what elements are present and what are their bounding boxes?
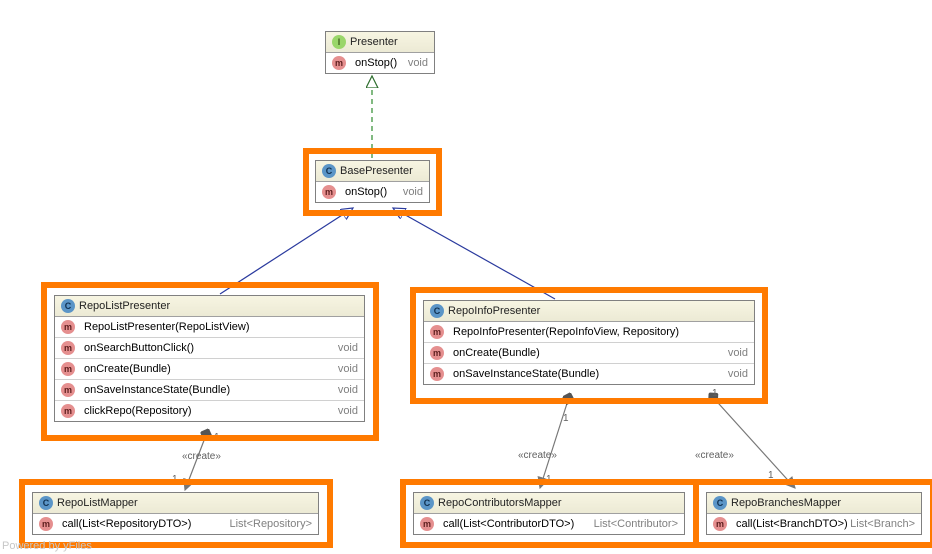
class-row: m RepoListPresenter(RepoListView)	[55, 317, 364, 338]
class-icon: C	[713, 496, 727, 510]
class-name-repolistpresenter: RepoListPresenter	[79, 300, 170, 312]
class-icon: C	[420, 496, 434, 510]
method-icon: m	[713, 517, 727, 531]
multiplicity-2b: 1	[546, 474, 552, 485]
method-icon: m	[430, 346, 444, 360]
method-icon: m	[420, 517, 434, 531]
class-header-repocontributorsmapper: C RepoContributorsMapper	[414, 493, 684, 514]
method-sig: onSaveInstanceState(Bundle)	[84, 384, 230, 396]
method-sig: RepoInfoPresenter(RepoInfoView, Reposito…	[453, 326, 679, 338]
class-header-presenter: I Presenter	[326, 32, 434, 53]
class-name-repocontributorsmapper: RepoContributorsMapper	[438, 497, 562, 509]
method-sig: clickRepo(Repository)	[84, 405, 192, 417]
method-ret: void	[728, 347, 748, 359]
method-icon: m	[332, 56, 346, 70]
method-sig: onStop()	[355, 57, 397, 69]
class-repocontributorsmapper: C RepoContributorsMapper m call(List<Cont…	[413, 492, 685, 535]
method-sig: RepoListPresenter(RepoListView)	[84, 321, 250, 333]
class-row: m onSaveInstanceState(Bundle) void	[424, 364, 754, 384]
method-icon: m	[39, 517, 53, 531]
interface-icon: I	[332, 35, 346, 49]
method-ret: List<Branch>	[850, 518, 915, 530]
method-sig: onCreate(Bundle)	[84, 363, 171, 375]
method-icon: m	[61, 341, 75, 355]
class-row: m call(List<ContributorDTO>) List<Contrib…	[414, 514, 684, 534]
class-repolistmapper: C RepoListMapper m call(List<RepositoryDT…	[32, 492, 319, 535]
method-icon: m	[61, 404, 75, 418]
class-header-repobranchesmapper: C RepoBranchesMapper	[707, 493, 921, 514]
method-ret: void	[338, 342, 358, 354]
method-ret: void	[338, 363, 358, 375]
class-row: m call(List<RepositoryDTO>) List<Reposito…	[33, 514, 318, 534]
class-row: m RepoInfoPresenter(RepoInfoView, Reposit…	[424, 322, 754, 343]
class-header-repolistpresenter: C RepoListPresenter	[55, 296, 364, 317]
class-icon: C	[430, 304, 444, 318]
class-repoinfopresenter: C RepoInfoPresenter m RepoInfoPresenter(R…	[423, 300, 755, 385]
class-icon: C	[322, 164, 336, 178]
class-row: m onStop() void	[316, 182, 429, 202]
class-name-basepresenter: BasePresenter	[340, 165, 413, 177]
stereotype-create-2: «create»	[518, 450, 557, 461]
method-sig: onStop()	[345, 186, 387, 198]
method-icon: m	[322, 185, 336, 199]
class-name-repoinfopresenter: RepoInfoPresenter	[448, 305, 540, 317]
method-icon: m	[61, 320, 75, 334]
class-header-repolistmapper: C RepoListMapper	[33, 493, 318, 514]
stereotype-create-1: «create»	[182, 451, 221, 462]
class-repolistpresenter: C RepoListPresenter m RepoListPresenter(R…	[54, 295, 365, 422]
class-row: m onCreate(Bundle) void	[55, 359, 364, 380]
class-repobranchesmapper: C RepoBranchesMapper m call(List<BranchDT…	[706, 492, 922, 535]
method-sig: onSearchButtonClick()	[84, 342, 194, 354]
class-row: m onCreate(Bundle) void	[424, 343, 754, 364]
method-sig: onCreate(Bundle)	[453, 347, 540, 359]
method-ret: void	[403, 186, 423, 198]
multiplicity-1a: 1	[214, 432, 220, 443]
class-row: m onSearchButtonClick() void	[55, 338, 364, 359]
class-basepresenter: C BasePresenter m onStop() void	[315, 160, 430, 203]
method-icon: m	[61, 383, 75, 397]
method-ret: List<Contributor>	[594, 518, 678, 530]
method-ret: List<Repository>	[229, 518, 312, 530]
method-ret: void	[728, 368, 748, 380]
method-sig: onSaveInstanceState(Bundle)	[453, 368, 599, 380]
method-icon: m	[430, 367, 444, 381]
method-icon: m	[430, 325, 444, 339]
stereotype-create-3: «create»	[695, 450, 734, 461]
method-ret: void	[338, 384, 358, 396]
class-row: m onSaveInstanceState(Bundle) void	[55, 380, 364, 401]
class-header-basepresenter: C BasePresenter	[316, 161, 429, 182]
method-ret: void	[408, 57, 428, 69]
class-name-presenter: Presenter	[350, 36, 398, 48]
class-name-repolistmapper: RepoListMapper	[57, 497, 138, 509]
connector-layer: RepoListMapper (gray, diamond start at p…	[0, 0, 932, 554]
method-ret: void	[338, 405, 358, 417]
class-icon: C	[39, 496, 53, 510]
class-row: m call(List<BranchDTO>) List<Branch>	[707, 514, 921, 534]
class-presenter: I Presenter m onStop() void	[325, 31, 435, 74]
class-name-repobranchesmapper: RepoBranchesMapper	[731, 497, 841, 509]
multiplicity-2a: 1	[563, 413, 569, 424]
class-header-repoinfopresenter: C RepoInfoPresenter	[424, 301, 754, 322]
multiplicity-1b: 1	[172, 474, 178, 485]
method-icon: m	[61, 362, 75, 376]
multiplicity-3a: 1	[712, 388, 718, 399]
class-row: m onStop() void	[326, 53, 434, 73]
watermark-text: Powered by yFiles	[2, 540, 92, 552]
method-sig: call(List<BranchDTO>)	[736, 518, 848, 530]
class-row: m clickRepo(Repository) void	[55, 401, 364, 421]
class-icon: C	[61, 299, 75, 313]
multiplicity-3b: 1	[768, 470, 774, 481]
method-sig: call(List<RepositoryDTO>)	[62, 518, 191, 530]
method-sig: call(List<ContributorDTO>)	[443, 518, 574, 530]
